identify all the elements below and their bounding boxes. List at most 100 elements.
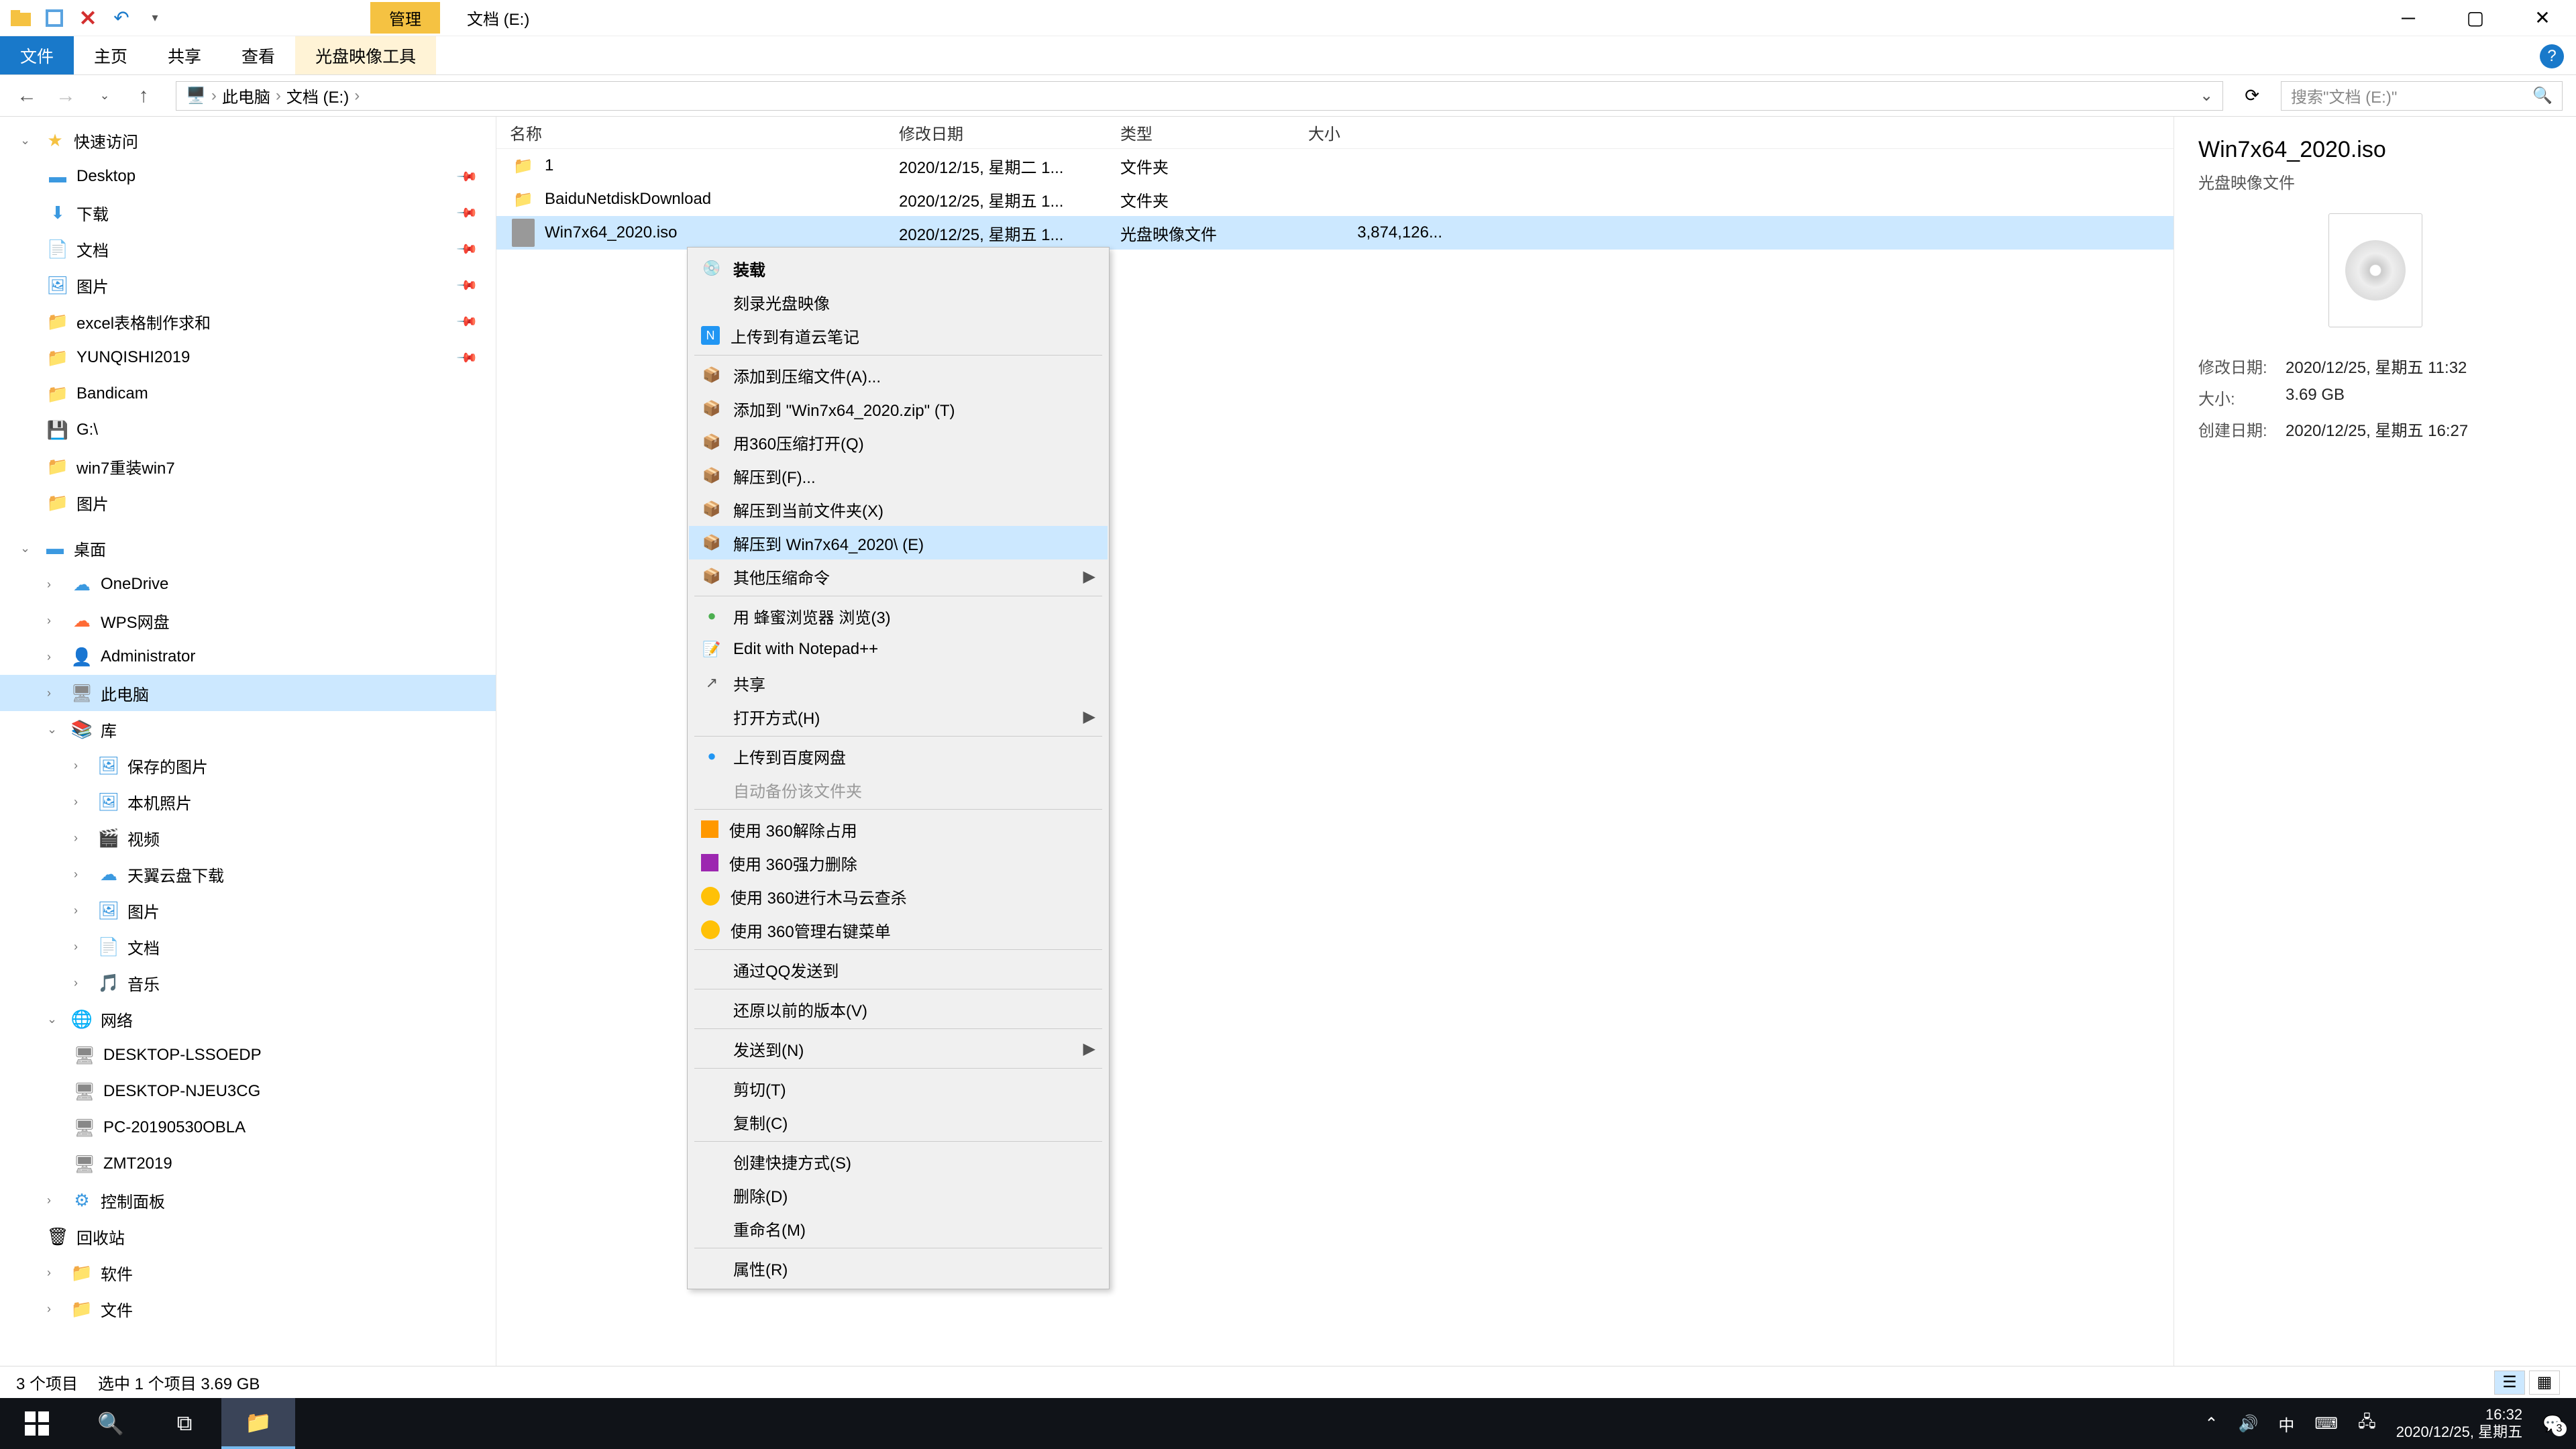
menu-item[interactable]: 发送到(N)▶ <box>689 1032 1108 1065</box>
tray-network-icon[interactable]: 🖧 <box>2358 1410 2376 1438</box>
tree-pictures[interactable]: 🖼图片📌 <box>0 267 496 303</box>
col-type[interactable]: 类型 <box>1120 121 1308 144</box>
file-row[interactable]: 📁BaiduNetdiskDownload2020/12/25, 星期五 1..… <box>496 182 2174 216</box>
tree-onedrive[interactable]: ›☁OneDrive <box>0 566 496 602</box>
tree-bandicam[interactable]: 📁Bandicam <box>0 376 496 412</box>
tree-docs-lib[interactable]: ›📄文档 <box>0 928 496 965</box>
menu-item[interactable]: 创建快捷方式(S) <box>689 1144 1108 1178</box>
properties-icon[interactable] <box>40 4 68 32</box>
qat-dropdown-icon[interactable]: ▾ <box>141 4 169 32</box>
menu-item[interactable]: 还原以前的版本(V) <box>689 992 1108 1026</box>
tray-volume-icon[interactable]: 🔊 <box>2238 1414 2258 1434</box>
minimize-button[interactable]: ─ <box>2375 0 2442 36</box>
maximize-button[interactable]: ▢ <box>2442 0 2509 36</box>
tree-gdrive[interactable]: 💾G:\ <box>0 412 496 448</box>
delete-icon[interactable]: ✕ <box>74 4 102 32</box>
menu-item[interactable]: 💿装载 <box>689 252 1108 285</box>
tree-pc2[interactable]: 🖥DESKTOP-NJEU3CG <box>0 1073 496 1110</box>
task-view-button[interactable]: ⧉ <box>148 1398 221 1449</box>
tree-tianyi[interactable]: ›☁天翼云盘下载 <box>0 856 496 892</box>
tree-this-pc[interactable]: ›🖥此电脑 <box>0 675 496 711</box>
tree-wps[interactable]: ›☁WPS网盘 <box>0 602 496 639</box>
tree-music-lib[interactable]: ›🎵音乐 <box>0 965 496 1001</box>
tab-home[interactable]: 主页 <box>74 36 148 74</box>
col-date[interactable]: 修改日期 <box>899 121 1120 144</box>
search-input[interactable]: 搜索"文档 (E:)" 🔍 <box>2281 81 2563 111</box>
tree-pc3[interactable]: 🖥PC-20190530OBLA <box>0 1110 496 1146</box>
menu-item[interactable]: 📦用360压缩打开(Q) <box>689 425 1108 459</box>
col-size[interactable]: 大小 <box>1308 121 1456 144</box>
help-icon[interactable]: ? <box>2540 44 2564 68</box>
refresh-button[interactable]: ⟳ <box>2235 85 2269 106</box>
start-button[interactable] <box>0 1398 74 1449</box>
menu-item[interactable]: 删除(D) <box>689 1178 1108 1212</box>
tree-files[interactable]: ›📁文件 <box>0 1291 496 1327</box>
undo-icon[interactable]: ↶ <box>107 4 136 32</box>
tray-ime[interactable]: 中 <box>2278 1412 2294 1436</box>
menu-item[interactable]: 📦添加到压缩文件(A)... <box>689 358 1108 392</box>
tree-libraries[interactable]: ⌄📚库 <box>0 711 496 747</box>
tree-pictures2[interactable]: 📁图片 <box>0 484 496 521</box>
menu-item[interactable]: 使用 360解除占用 <box>689 812 1108 846</box>
breadcrumb-root[interactable]: 此电脑 <box>222 84 270 107</box>
tree-videos[interactable]: ›🎬视频 <box>0 820 496 856</box>
tree-network[interactable]: ⌄🌐网络 <box>0 1001 496 1037</box>
menu-item[interactable]: 📦解压到当前文件夹(X) <box>689 492 1108 526</box>
tray-keyboard-icon[interactable]: ⌨ <box>2314 1414 2338 1434</box>
tab-iso-tools[interactable]: 光盘映像工具 <box>295 36 436 74</box>
menu-item[interactable]: 刻录光盘映像 <box>689 285 1108 319</box>
view-details-button[interactable]: ☰ <box>2494 1371 2525 1395</box>
breadcrumb[interactable]: 🖥️ › 此电脑 › 文档 (E:) › ⌄ <box>176 81 2223 111</box>
menu-item[interactable]: N上传到有道云笔记 <box>689 319 1108 352</box>
file-row[interactable]: Win7x64_2020.iso2020/12/25, 星期五 1...光盘映像… <box>496 216 2174 250</box>
up-button[interactable]: ↑ <box>130 85 157 107</box>
menu-item[interactable]: 通过QQ发送到 <box>689 953 1108 986</box>
back-button[interactable]: ← <box>13 85 40 107</box>
search-button[interactable]: 🔍 <box>74 1398 148 1449</box>
tree-control-panel[interactable]: ›⚙控制面板 <box>0 1182 496 1218</box>
col-name[interactable]: 名称 <box>510 121 899 144</box>
menu-item[interactable]: ●用 蜂蜜浏览器 浏览(3) <box>689 599 1108 633</box>
tree-desktop-root[interactable]: ⌄▬桌面 <box>0 530 496 566</box>
tree-saved-pics[interactable]: ›🖼保存的图片 <box>0 747 496 784</box>
tree-software[interactable]: ›📁软件 <box>0 1254 496 1291</box>
menu-item[interactable]: ↗共享 <box>689 666 1108 700</box>
menu-item[interactable]: 📦添加到 "Win7x64_2020.zip" (T) <box>689 392 1108 425</box>
tree-camera-roll[interactable]: ›🖼本机照片 <box>0 784 496 820</box>
tree-admin[interactable]: ›👤Administrator <box>0 639 496 675</box>
tree-pc1[interactable]: 🖥DESKTOP-LSSOEDP <box>0 1037 496 1073</box>
tree-pc4[interactable]: 🖥ZMT2019 <box>0 1146 496 1182</box>
menu-item[interactable]: 使用 360管理右键菜单 <box>689 913 1108 947</box>
tray-clock[interactable]: 16:32 2020/12/25, 星期五 <box>2396 1406 2522 1442</box>
menu-item[interactable]: 📝Edit with Notepad++ <box>689 633 1108 666</box>
menu-item[interactable]: ●上传到百度网盘 <box>689 739 1108 773</box>
menu-item[interactable]: 属性(R) <box>689 1251 1108 1285</box>
address-dropdown-icon[interactable]: ⌄ <box>2200 86 2213 105</box>
menu-item[interactable]: 📦解压到 Win7x64_2020\ (E) <box>689 526 1108 559</box>
tree-win7reinstall[interactable]: 📁win7重装win7 <box>0 448 496 484</box>
tree-yunqishi[interactable]: 📁YUNQISHI2019📌 <box>0 339 496 376</box>
menu-item[interactable]: 📦其他压缩命令▶ <box>689 559 1108 593</box>
folder-icon[interactable] <box>7 4 35 32</box>
close-button[interactable]: ✕ <box>2509 0 2576 36</box>
recent-dropdown[interactable]: ⌄ <box>91 89 118 103</box>
tree-quick-access[interactable]: ⌄★快速访问 <box>0 122 496 158</box>
tab-view[interactable]: 查看 <box>221 36 295 74</box>
menu-item[interactable]: 使用 360强力删除 <box>689 846 1108 879</box>
file-row[interactable]: 📁12020/12/15, 星期二 1...文件夹 <box>496 149 2174 182</box>
tray-chevron-icon[interactable]: ⌃ <box>2204 1414 2218 1434</box>
menu-item[interactable]: 重命名(M) <box>689 1212 1108 1245</box>
tray-notifications-icon[interactable]: 💬3 <box>2542 1414 2563 1434</box>
breadcrumb-loc[interactable]: 文档 (E:) <box>286 84 349 107</box>
tree-desktop[interactable]: ▬Desktop📌 <box>0 158 496 195</box>
tree-downloads[interactable]: ⬇下载📌 <box>0 195 496 231</box>
tree-documents[interactable]: 📄文档📌 <box>0 231 496 267</box>
menu-item[interactable]: 使用 360进行木马云查杀 <box>689 879 1108 913</box>
tree-pictures-lib[interactable]: ›🖼图片 <box>0 892 496 928</box>
menu-item[interactable]: 复制(C) <box>689 1105 1108 1138</box>
tree-excel[interactable]: 📁excel表格制作求和📌 <box>0 303 496 339</box>
explorer-taskbar-icon[interactable]: 📁 <box>221 1398 295 1449</box>
tree-recycle[interactable]: 🗑回收站 <box>0 1218 496 1254</box>
forward-button[interactable]: → <box>52 85 79 107</box>
menu-item[interactable]: 打开方式(H)▶ <box>689 700 1108 733</box>
